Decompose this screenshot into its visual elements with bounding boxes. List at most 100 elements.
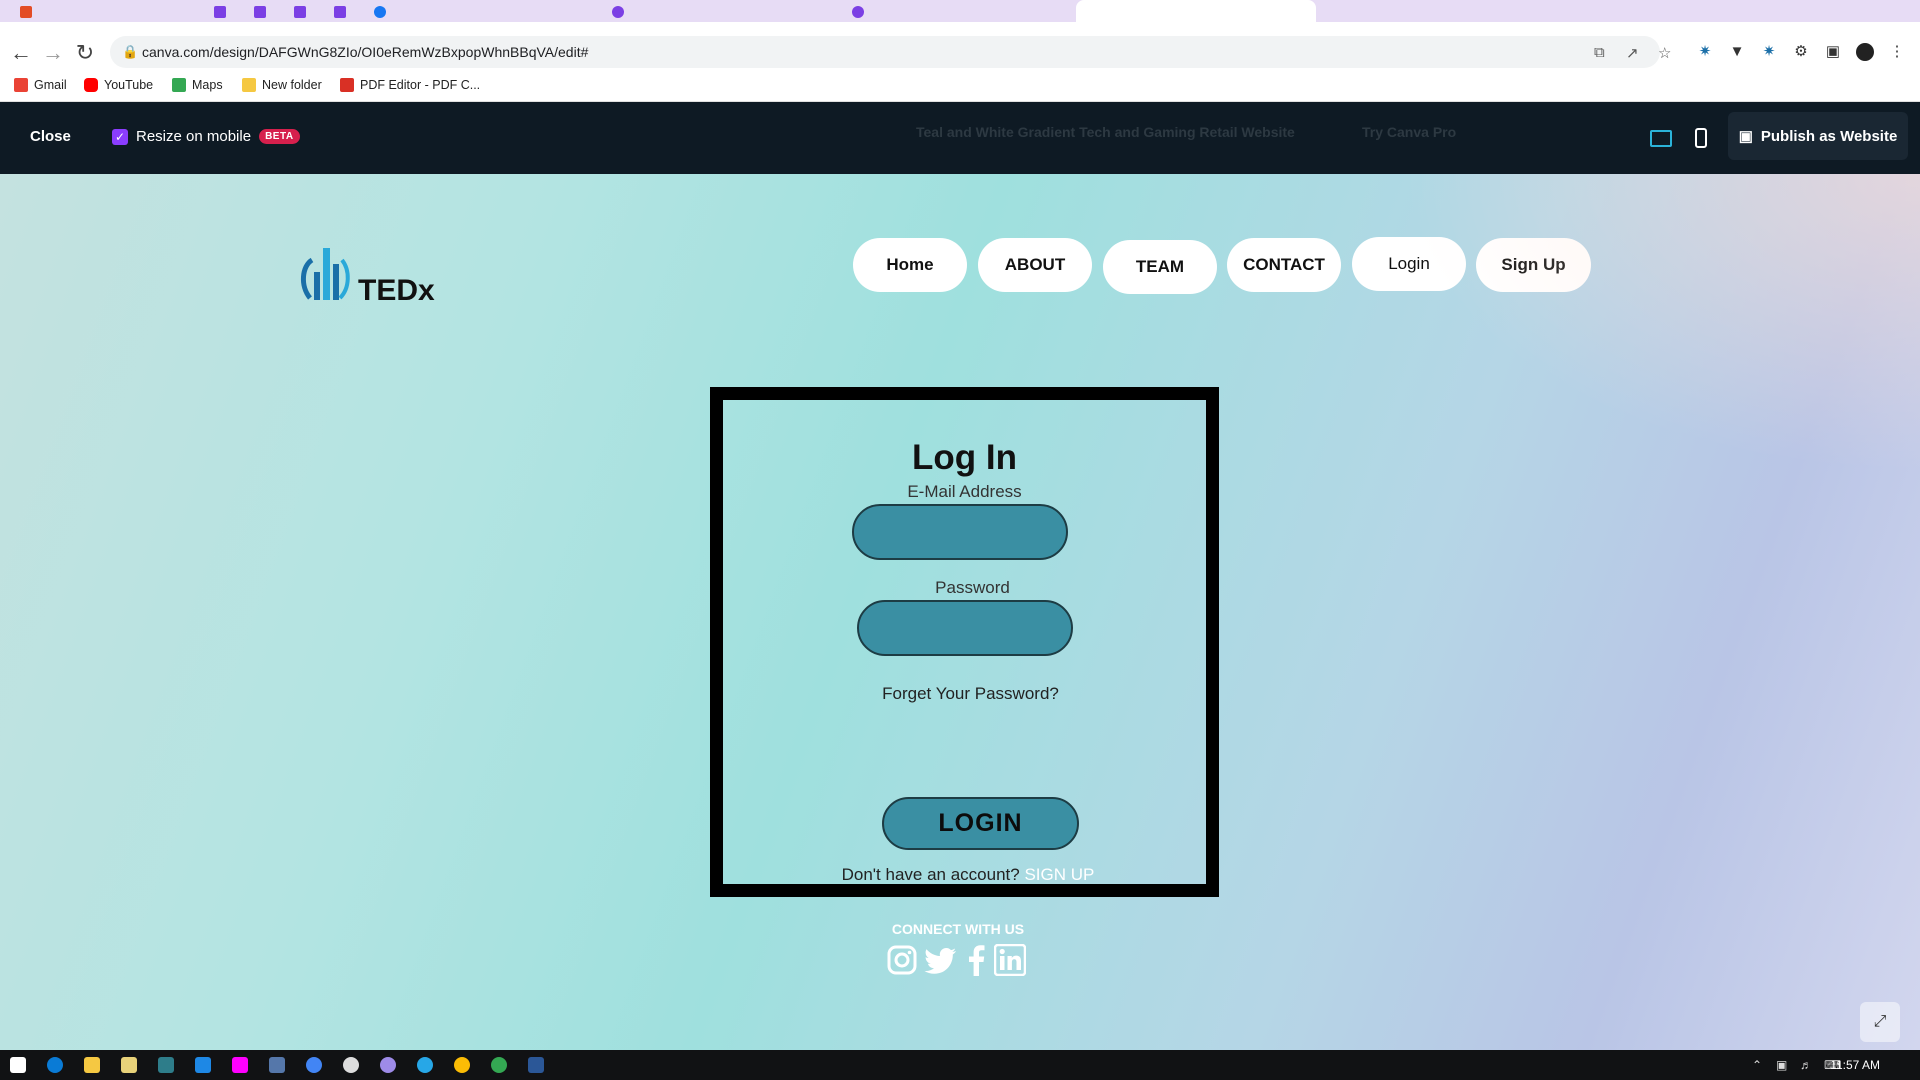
linkedin-icon[interactable] [994, 944, 1026, 976]
bookmarks-bar: Gmail YouTube Maps New folder PDF Editor… [0, 72, 1920, 102]
website-preview: TEDx Home ABOUT TEAM CONTACT Login Sign … [0, 174, 1920, 1050]
twitter-icon[interactable] [924, 944, 958, 976]
resize-on-mobile-toggle[interactable]: ✓ Resize on mobile BETA [112, 128, 300, 145]
tab-favicon[interactable] [612, 6, 624, 18]
bookmark-label: Maps [192, 78, 223, 92]
gmail-icon [14, 78, 28, 92]
share-icon[interactable]: ↗ [1626, 44, 1639, 62]
maps-icon [172, 78, 186, 92]
connect-heading: CONNECT WITH US [891, 921, 1025, 937]
word-icon[interactable] [528, 1057, 544, 1073]
side-panel-icon[interactable]: ▣ [1824, 43, 1842, 61]
logo-icon [301, 248, 350, 300]
email-label: E-Mail Address [907, 482, 1022, 501]
desktop-view-icon[interactable] [1650, 130, 1672, 147]
menu-kebab-icon[interactable]: ⋮ [1888, 43, 1906, 61]
bookmark-gmail[interactable]: Gmail [14, 78, 67, 92]
extensions-puzzle-icon[interactable]: ⚙ [1792, 43, 1810, 61]
telegram-icon[interactable] [417, 1057, 433, 1073]
active-tab[interactable] [1076, 0, 1316, 22]
profile-avatar[interactable] [1856, 43, 1874, 61]
back-icon[interactable]: ← [8, 40, 34, 66]
tedx-logo[interactable]: TEDx [298, 242, 435, 306]
app-icon[interactable] [158, 1057, 174, 1073]
app-icon[interactable] [269, 1057, 285, 1073]
bookmark-maps[interactable]: Maps [172, 78, 223, 92]
instagram-icon[interactable] [886, 944, 918, 976]
design-title: Teal and White Gradient Tech and Gaming … [916, 124, 1295, 140]
bookmark-label: Gmail [34, 78, 67, 92]
mobile-view-icon[interactable] [1695, 128, 1707, 148]
browser-tab-strip [0, 0, 1920, 22]
facebook-icon[interactable] [966, 944, 986, 976]
bookmark-label: New folder [262, 78, 322, 92]
email-field[interactable] [852, 504, 1068, 560]
nav-home[interactable]: Home [853, 238, 967, 292]
password-label: Password [935, 578, 1010, 597]
share-page-icon[interactable]: ⧉ [1594, 44, 1605, 61]
login-button[interactable]: LOGIN [882, 797, 1079, 850]
pdf-icon [340, 78, 354, 92]
bookmark-star-icon[interactable]: ☆ [1658, 44, 1671, 62]
vscode-icon[interactable] [195, 1057, 211, 1073]
nav-contact[interactable]: CONTACT [1227, 238, 1341, 292]
bookmark-new-folder[interactable]: New folder [242, 78, 322, 92]
try-canva-pro: Try Canva Pro [1362, 124, 1457, 140]
nav-login[interactable]: Login [1352, 237, 1466, 291]
tab-favicon[interactable] [852, 6, 864, 18]
tab-favicon[interactable] [254, 6, 266, 18]
volume-icon[interactable]: ♬ [1800, 1058, 1812, 1072]
github-desktop-icon[interactable] [380, 1057, 396, 1073]
zoom-icon[interactable] [306, 1057, 322, 1073]
forward-icon[interactable]: → [40, 40, 66, 66]
tab-favicon[interactable] [214, 6, 226, 18]
chrome-icon[interactable] [491, 1057, 507, 1073]
publish-icon: ▣ [1738, 128, 1753, 145]
windows-start-icon[interactable] [10, 1057, 26, 1073]
reload-icon[interactable]: ↻ [72, 40, 98, 66]
react-extension-icon[interactable]: ✷ [1760, 43, 1778, 61]
vue-extension-icon[interactable]: ▼ [1728, 43, 1746, 61]
chrome-icon[interactable] [454, 1057, 470, 1073]
nav-sign-up[interactable]: Sign Up [1476, 238, 1591, 292]
forgot-password-link[interactable]: Forget Your Password? [723, 684, 1218, 704]
publish-label: Publish as Website [1760, 127, 1898, 145]
address-bar[interactable]: 🔒 canva.com/design/DAFGWnG8ZIo/OI0eRemWz… [110, 36, 1660, 68]
bookmark-label: PDF Editor - PDF C... [360, 78, 481, 92]
tab-favicon[interactable] [20, 6, 32, 18]
windows-taskbar: ⌃ ▣ ♬ ⌨ 11:57 AM [0, 1050, 1920, 1080]
signup-prompt: Don't have an account? SIGN UP [723, 865, 1213, 885]
react-extension-icon[interactable]: ✷ [1696, 43, 1714, 61]
system-clock[interactable]: 11:57 AM [1830, 1058, 1880, 1072]
url-text[interactable]: canva.com/design/DAFGWnG8ZIo/OI0eRemWzBx… [142, 44, 588, 60]
checkbox-checked-icon[interactable]: ✓ [112, 128, 128, 145]
youtube-icon [84, 78, 98, 92]
network-icon[interactable]: ▣ [1776, 1058, 1787, 1072]
app-icon[interactable] [232, 1057, 248, 1073]
close-button[interactable]: Close [30, 128, 71, 145]
exit-fullscreen-icon[interactable]: ⤢ [1860, 1002, 1900, 1042]
beta-badge: BETA [259, 129, 300, 144]
logo-text: TEDx [358, 274, 435, 307]
password-field[interactable] [857, 600, 1073, 656]
tab-favicon[interactable] [374, 6, 386, 18]
app-icon[interactable] [343, 1057, 359, 1073]
signup-link[interactable]: SIGN UP [1024, 865, 1094, 884]
resize-label: Resize on mobile [136, 128, 252, 145]
lock-icon: 🔒 [122, 44, 139, 59]
nav-about[interactable]: ABOUT [978, 238, 1092, 292]
edge-icon[interactable] [47, 1057, 63, 1073]
login-card: Log In E-Mail Address Password Forget Yo… [710, 387, 1219, 897]
tab-favicon[interactable] [294, 6, 306, 18]
bookmark-pdf-editor[interactable]: PDF Editor - PDF C... [340, 78, 480, 92]
tab-favicon[interactable] [334, 6, 346, 18]
nav-team[interactable]: TEAM [1103, 240, 1217, 294]
no-account-text: Don't have an account? [841, 865, 1020, 884]
publish-as-website-button[interactable]: ▣ Publish as Website [1728, 112, 1908, 160]
folder-icon [242, 78, 256, 92]
notepad-icon[interactable] [121, 1057, 137, 1073]
bookmark-youtube[interactable]: YouTube [84, 78, 153, 92]
tray-chevron-icon[interactable]: ⌃ [1752, 1058, 1762, 1072]
login-title: Log In [912, 438, 1017, 477]
file-explorer-icon[interactable] [84, 1057, 100, 1073]
